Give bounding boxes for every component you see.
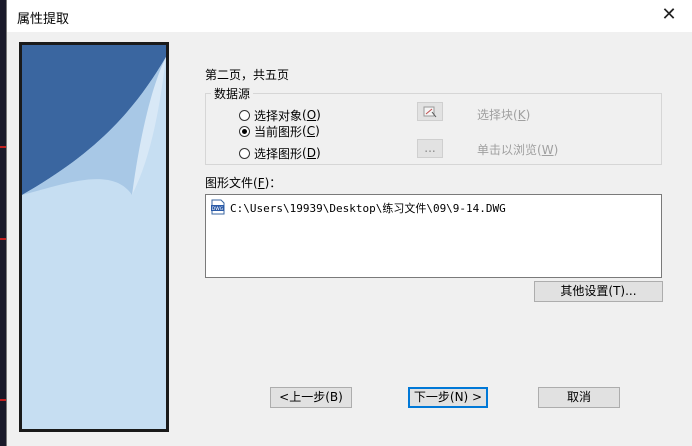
- radio-indicator-selected: [239, 125, 250, 137]
- dwg-file-icon: DWG: [211, 199, 225, 215]
- drawing-files-label: 图形文件(F)：: [205, 176, 282, 190]
- browse-button[interactable]: ...: [417, 139, 443, 158]
- radio-select-drawings[interactable]: 选择图形(D): [239, 145, 321, 161]
- drawing-files-list[interactable]: DWG C:\Users\19939\Desktop\练习文件\09\9-14.…: [205, 194, 662, 278]
- title-bar: 属性提取 ✕: [7, 0, 692, 32]
- page-indicator: 第二页，共五页: [205, 68, 290, 82]
- back-button[interactable]: <上一步(B): [270, 387, 352, 408]
- mnemonic: C: [306, 124, 316, 138]
- close-icon[interactable]: ✕: [646, 0, 692, 32]
- other-settings-button[interactable]: 其他设置(T)...: [534, 281, 663, 302]
- cancel-button[interactable]: 取消: [538, 387, 620, 408]
- select-block-button[interactable]: [417, 102, 443, 121]
- mnemonic: D: [306, 146, 316, 160]
- attribute-extraction-dialog: 属性提取 ✕ 第二页，共五页 数据源 选择对象(O) 当前图形(C) 选择图形(…: [6, 0, 692, 446]
- select-block-icon: [423, 106, 437, 118]
- radio-label: 选择图形: [254, 146, 303, 161]
- svg-text:DWG: DWG: [212, 206, 224, 212]
- radio-select-objects[interactable]: 选择对象(O): [239, 107, 321, 123]
- radio-label: 当前图形: [254, 124, 303, 139]
- mnemonic: O: [306, 108, 317, 122]
- next-button[interactable]: 下一步(N) >: [408, 387, 488, 408]
- select-block-label: 选择块(K): [477, 108, 531, 122]
- radio-indicator: [239, 109, 250, 121]
- browse-label: 单击以浏览(W): [477, 143, 559, 157]
- page-curl-illustration: [22, 45, 166, 429]
- radio-current-drawing[interactable]: 当前图形(C): [239, 123, 320, 139]
- radio-label: 选择对象: [254, 108, 303, 123]
- data-source-legend: 数据源: [211, 85, 254, 102]
- wizard-side-image: [19, 42, 169, 432]
- window-title: 属性提取: [17, 12, 70, 27]
- radio-indicator: [239, 147, 250, 159]
- file-path: C:\Users\19939\Desktop\练习文件\09\9-14.DWG: [230, 202, 506, 215]
